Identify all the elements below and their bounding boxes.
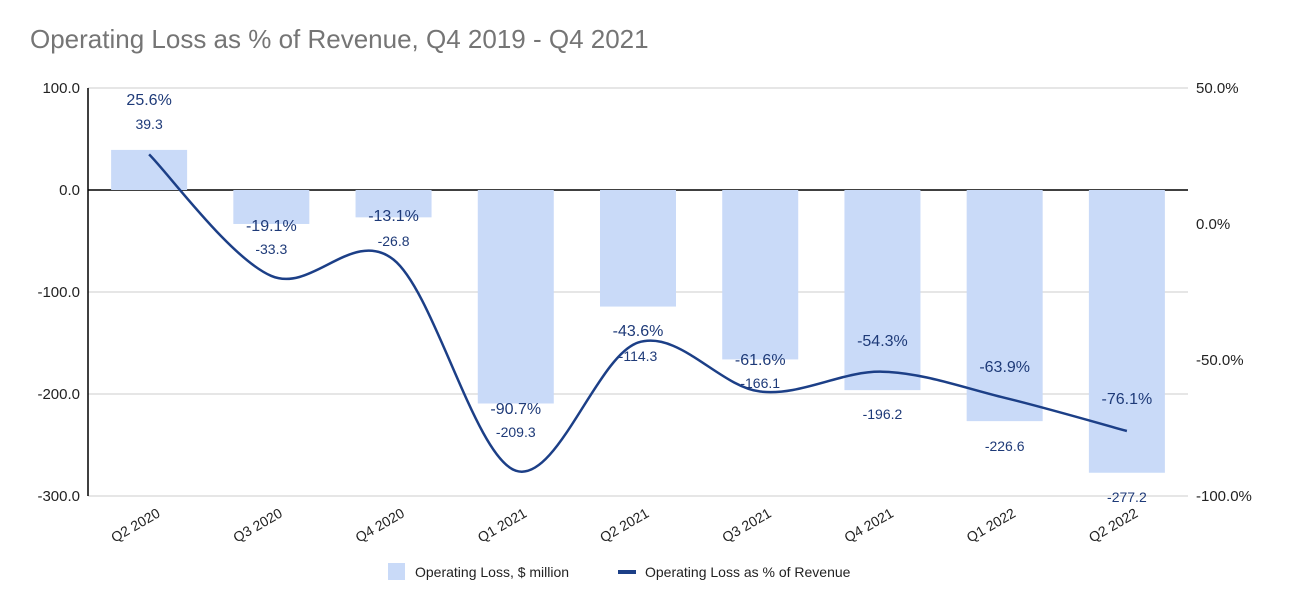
value-label: -277.2 bbox=[1107, 489, 1147, 505]
category-label: Q4 2021 bbox=[841, 505, 896, 546]
category-label: Q2 2020 bbox=[108, 505, 163, 546]
legend-line-swatch bbox=[618, 570, 636, 574]
value-label: 39.3 bbox=[135, 116, 162, 132]
percent-label: 25.6% bbox=[126, 92, 171, 109]
value-label: -226.6 bbox=[985, 438, 1025, 454]
legend-label: Operating Loss as % of Revenue bbox=[645, 564, 851, 580]
percent-label: -76.1% bbox=[1102, 391, 1153, 408]
value-label: -26.8 bbox=[378, 233, 410, 249]
category-label: Q4 2020 bbox=[353, 505, 408, 546]
value-label: -33.3 bbox=[255, 241, 287, 257]
bar bbox=[966, 190, 1043, 422]
left-axis-tick: 0.0 bbox=[59, 182, 80, 199]
category-label: Q2 2021 bbox=[597, 505, 652, 546]
percent-label: -61.6% bbox=[735, 352, 786, 369]
category-label: Q1 2022 bbox=[964, 505, 1019, 546]
bar bbox=[600, 190, 676, 307]
chart: Operating Loss as % of Revenue, Q4 2019 … bbox=[0, 0, 1292, 612]
chart-plot: 100.0 0.0 -100.0 -200.0 -300.0 50.0% 0.0% -50.0… bbox=[37, 80, 1252, 580]
right-axis-tick: 50.0% bbox=[1196, 80, 1239, 97]
category-label: Q1 2021 bbox=[475, 505, 530, 546]
percent-label: -54.3% bbox=[857, 333, 908, 350]
category-label: Q2 2022 bbox=[1086, 505, 1141, 546]
left-axis-tick: -100.0 bbox=[37, 284, 80, 301]
percent-label: -13.1% bbox=[368, 208, 419, 225]
percent-label: -63.9% bbox=[979, 359, 1030, 376]
value-label: -166.1 bbox=[740, 375, 780, 391]
category-label: Q3 2020 bbox=[230, 505, 285, 546]
bar bbox=[477, 190, 554, 404]
right-axis-tick: 0.0% bbox=[1196, 216, 1230, 233]
category-label: Q3 2021 bbox=[719, 505, 774, 546]
right-axis-tick: -50.0% bbox=[1196, 352, 1244, 369]
percent-label: -43.6% bbox=[613, 323, 664, 340]
bar bbox=[844, 190, 921, 391]
right-axis-tick: -100.0% bbox=[1196, 488, 1252, 505]
bar bbox=[722, 190, 799, 360]
legend-label: Operating Loss, $ million bbox=[415, 564, 569, 580]
value-label: -209.3 bbox=[496, 424, 536, 440]
percent-label: -90.7% bbox=[490, 401, 541, 418]
percent-label: -19.1% bbox=[246, 218, 297, 235]
value-label: -114.3 bbox=[619, 348, 658, 364]
left-axis-tick: -300.0 bbox=[37, 488, 80, 505]
left-axis-tick: -200.0 bbox=[37, 386, 80, 403]
legend-bar-swatch bbox=[388, 563, 405, 580]
value-label: -196.2 bbox=[863, 406, 903, 422]
left-axis-tick: 100.0 bbox=[42, 80, 80, 97]
